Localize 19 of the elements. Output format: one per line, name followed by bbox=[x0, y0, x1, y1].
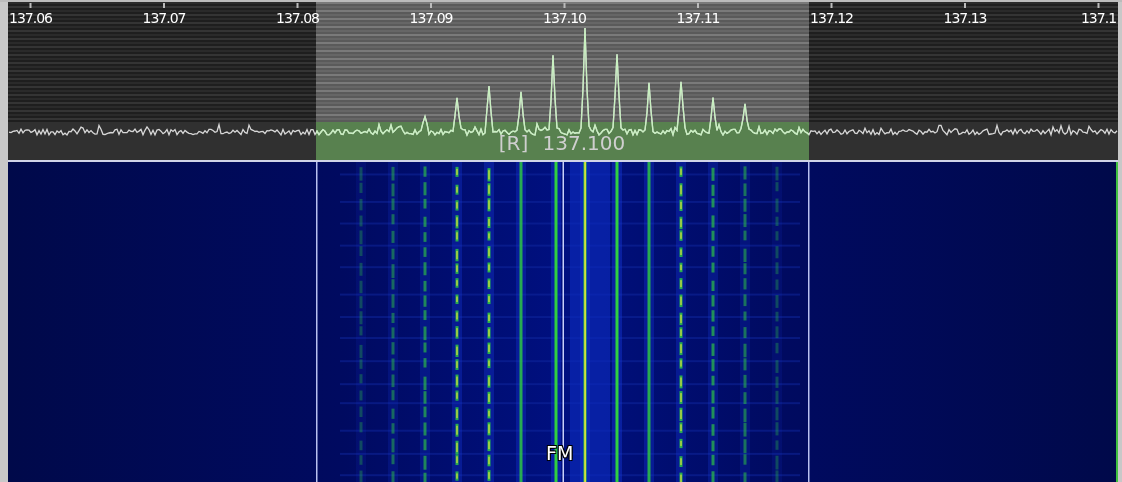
filter-frequency-label: [R] 137.100 bbox=[498, 131, 626, 155]
frequency-label: 137.07 bbox=[142, 10, 186, 26]
frequency-label: 137.12 bbox=[810, 10, 853, 26]
axis-tick bbox=[697, 3, 699, 8]
frequency-label: 137.1 bbox=[1080, 10, 1117, 26]
frequency-label: 137.10 bbox=[543, 10, 586, 26]
axis-tick bbox=[296, 3, 299, 8]
axis-tick bbox=[430, 3, 432, 8]
axis-tick bbox=[563, 3, 566, 8]
axis-tick bbox=[163, 3, 165, 8]
frequency-label: 137.13 bbox=[943, 10, 987, 26]
axis-tick bbox=[1097, 3, 1100, 8]
axis-tick bbox=[29, 3, 32, 8]
frequency-label: 137.08 bbox=[276, 10, 319, 26]
frequency-label: 137.06 bbox=[9, 10, 52, 26]
axis-tick bbox=[964, 3, 966, 8]
axis-tick bbox=[830, 3, 833, 8]
frequency-label: 137.09 bbox=[409, 10, 453, 26]
frequency-label: 137.11 bbox=[676, 10, 720, 26]
